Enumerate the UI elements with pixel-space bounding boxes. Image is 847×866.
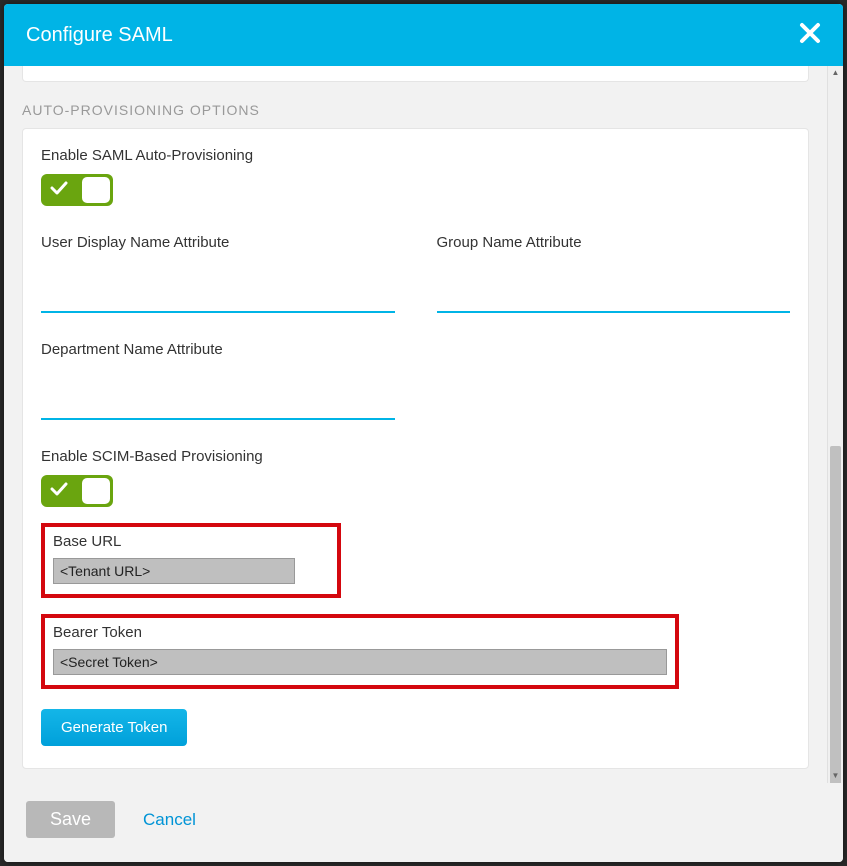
bearer-token-input[interactable] bbox=[53, 649, 667, 675]
scroll-up-icon[interactable]: ▲ bbox=[828, 66, 843, 80]
modal-title: Configure SAML bbox=[26, 24, 173, 47]
save-button[interactable]: Save bbox=[26, 801, 115, 838]
check-icon bbox=[50, 181, 68, 200]
generate-token-button[interactable]: Generate Token bbox=[41, 709, 187, 746]
configure-saml-modal: Configure SAML AUTO-PROVISIONING OPTIONS… bbox=[4, 4, 843, 862]
auto-provisioning-card: Enable SAML Auto-Provisioning User Displ… bbox=[22, 128, 809, 769]
department-name-attr-input[interactable] bbox=[41, 392, 395, 420]
enable-scim-toggle[interactable] bbox=[41, 475, 113, 507]
toggle-knob bbox=[82, 177, 110, 203]
cancel-button[interactable]: Cancel bbox=[143, 810, 196, 830]
check-icon bbox=[50, 482, 68, 501]
close-icon[interactable] bbox=[799, 22, 821, 48]
modal-header: Configure SAML bbox=[4, 4, 843, 66]
previous-section-tail bbox=[22, 66, 809, 82]
base-url-label: Base URL bbox=[53, 533, 329, 550]
bearer-token-label: Bearer Token bbox=[53, 624, 667, 641]
toggle-knob bbox=[82, 478, 110, 504]
modal-footer: Save Cancel bbox=[4, 783, 843, 862]
enable-saml-label: Enable SAML Auto-Provisioning bbox=[41, 147, 790, 164]
scrollbar[interactable]: ▲ ▼ bbox=[827, 66, 843, 783]
modal-body: AUTO-PROVISIONING OPTIONS Enable SAML Au… bbox=[4, 66, 827, 783]
user-display-name-label: User Display Name Attribute bbox=[41, 234, 395, 251]
department-name-attr-label: Department Name Attribute bbox=[41, 341, 395, 358]
scrollbar-thumb[interactable] bbox=[830, 446, 841, 783]
enable-scim-label: Enable SCIM-Based Provisioning bbox=[41, 448, 790, 465]
scroll-down-icon[interactable]: ▼ bbox=[828, 769, 843, 783]
group-name-attr-input[interactable] bbox=[437, 285, 791, 313]
base-url-input[interactable] bbox=[53, 558, 295, 584]
section-heading: AUTO-PROVISIONING OPTIONS bbox=[22, 102, 809, 118]
bearer-token-callout: Bearer Token bbox=[41, 614, 679, 689]
group-name-attr-label: Group Name Attribute bbox=[437, 234, 791, 251]
modal-body-wrap: AUTO-PROVISIONING OPTIONS Enable SAML Au… bbox=[4, 66, 843, 783]
base-url-callout: Base URL bbox=[41, 523, 341, 598]
user-display-name-input[interactable] bbox=[41, 285, 395, 313]
enable-saml-toggle[interactable] bbox=[41, 174, 113, 206]
